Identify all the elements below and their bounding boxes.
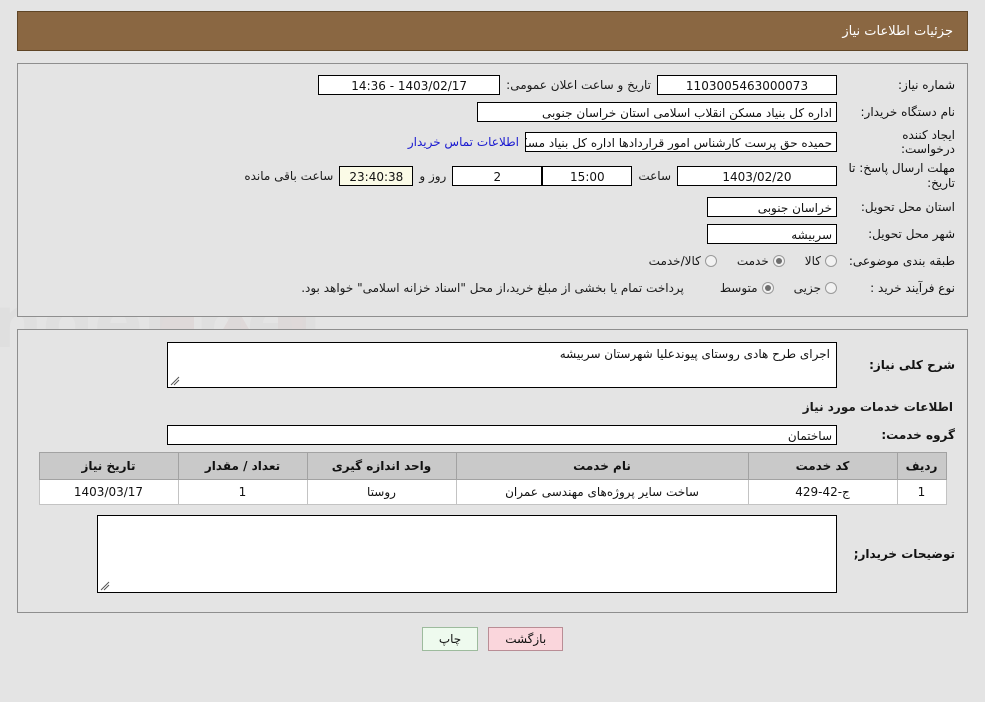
- request-creator-value: حمیده حق پرست کارشناس امور قراردادها ادا…: [525, 132, 837, 152]
- radio-minor-icon[interactable]: [825, 282, 837, 294]
- response-deadline-label: مهلت ارسال پاسخ: تا تاریخ:: [848, 161, 955, 190]
- buyer-org-value: اداره کل بنیاد مسکن انقلاب اسلامی استان …: [477, 102, 837, 122]
- announce-date-label: تاریخ و ساعت اعلان عمومی:: [506, 78, 651, 92]
- buyer-contact-link[interactable]: اطلاعات تماس خریدار: [402, 135, 525, 149]
- radio-option-goods[interactable]: کالا: [789, 254, 837, 268]
- row-need-number: شماره نیاز: 1103005463000073 تاریخ و ساع…: [30, 74, 955, 96]
- buyer-notes-label: توضیحات خریدار;: [853, 547, 955, 561]
- col-qty: تعداد / مقدار: [177, 452, 308, 480]
- service-group-label: گروه خدمت:: [881, 428, 955, 442]
- delivery-city-value: سربیشه: [707, 224, 837, 244]
- buyer-notes-value[interactable]: [97, 515, 837, 593]
- subject-category-radio-group: کالا خدمت کالا/خدمت: [633, 254, 837, 268]
- print-button[interactable]: چاپ: [421, 627, 479, 651]
- row-response-deadline: مهلت ارسال پاسخ: تا تاریخ: 1403/02/20 سا…: [30, 161, 955, 191]
- need-number-value: 1103005463000073: [657, 75, 837, 95]
- col-date: تاریخ نیاز: [38, 452, 179, 480]
- deadline-hour-value: 15:00: [542, 166, 633, 186]
- radio-service-icon[interactable]: [772, 255, 785, 267]
- page-title: جزئیات اطلاعات نیاز: [842, 23, 953, 39]
- col-name: نام خدمت: [455, 452, 749, 480]
- cell-date: 1403/03/17: [38, 479, 179, 505]
- cell-qty: 1: [177, 479, 308, 505]
- days-separator: روز و: [419, 169, 447, 183]
- need-number-label: شماره نیاز:: [898, 78, 955, 92]
- delivery-province-value: خراسان جنوبی: [707, 197, 837, 217]
- radio-option-service[interactable]: خدمت: [721, 254, 785, 268]
- cell-unit: روستا: [306, 479, 457, 505]
- radio-goods-label: کالا: [804, 254, 821, 268]
- row-delivery-province: استان محل تحویل: خراسان جنوبی: [30, 196, 955, 218]
- row-buyer-notes: توضیحات خریدار;: [30, 515, 955, 593]
- deadline-hour-label: ساعت: [638, 169, 671, 183]
- col-code: کد خدمت: [747, 452, 898, 480]
- buyer-org-label: نام دستگاه خریدار:: [860, 105, 956, 119]
- back-button[interactable]: بازگشت: [488, 627, 564, 651]
- row-subject-category: طبقه بندی موضوعی: کالا خدمت کالا/خدمت: [30, 250, 955, 272]
- row-request-creator: ایجاد کننده درخواست: حمیده حق پرست کارشن…: [30, 128, 955, 156]
- purchase-process-note: پرداخت تمام یا بخشی از مبلغ خرید،از محل …: [301, 281, 684, 295]
- radio-goods-service-icon[interactable]: [704, 255, 717, 267]
- purchase-process-label: نوع فرآیند خرید :: [870, 281, 955, 295]
- radio-option-minor[interactable]: جزیی: [778, 281, 837, 295]
- resize-grip-icon[interactable]: [100, 581, 110, 591]
- delivery-city-label: شهر محل تحویل:: [868, 227, 955, 241]
- table-row: 1 ج-42-429 ساخت سایر پروژه‌های مهندسی عم…: [38, 479, 947, 505]
- resize-grip-icon[interactable]: [170, 376, 180, 386]
- radio-option-goods-service[interactable]: کالا/خدمت: [633, 254, 717, 268]
- col-index: ردیف: [896, 452, 947, 480]
- row-delivery-city: شهر محل تحویل: سربیشه: [30, 223, 955, 245]
- need-info-panel: شماره نیاز: 1103005463000073 تاریخ و ساع…: [17, 63, 968, 317]
- request-creator-label: ایجاد کننده درخواست:: [901, 128, 955, 156]
- row-general-description: شرح کلی نیاز: اجرای طرح هادی روستای پیون…: [30, 342, 955, 388]
- table-header-row: ردیف کد خدمت نام خدمت واحد اندازه گیری ت…: [38, 452, 947, 480]
- row-purchase-process: نوع فرآیند خرید : جزیی متوسط پرداخت تمام…: [30, 277, 955, 299]
- cell-name: ساخت سایر پروژه‌های مهندسی عمران: [455, 479, 749, 505]
- announce-date-value: 1403/02/17 - 14:36: [318, 75, 501, 95]
- cell-code: ج-42-429: [747, 479, 898, 505]
- general-description-text: اجرای طرح هادی روستای پیوندعلیا شهرستان …: [559, 347, 830, 361]
- radio-service-label: خدمت: [736, 254, 769, 268]
- remaining-days-value: 2: [452, 166, 543, 186]
- service-details-panel: شرح کلی نیاز: اجرای طرح هادی روستای پیون…: [17, 329, 968, 613]
- deadline-date-value: 1403/02/20: [677, 166, 837, 186]
- page-header: جزئیات اطلاعات نیاز: [17, 11, 968, 51]
- services-table: ردیف کد خدمت نام خدمت واحد اندازه گیری ت…: [38, 452, 947, 505]
- service-group-value: ساختمان: [167, 425, 837, 445]
- radio-goods-icon[interactable]: [825, 255, 837, 267]
- subject-category-label: طبقه بندی موضوعی:: [848, 254, 955, 268]
- services-section-heading: اطلاعات خدمات مورد نیاز: [802, 400, 953, 414]
- radio-option-medium[interactable]: متوسط: [704, 281, 774, 295]
- col-unit: واحد اندازه گیری: [306, 452, 457, 480]
- row-service-group: گروه خدمت: ساختمان: [30, 424, 955, 446]
- general-description-label: شرح کلی نیاز:: [869, 358, 955, 372]
- countdown-timer: 23:40:38: [339, 166, 414, 186]
- radio-medium-icon[interactable]: [761, 282, 774, 294]
- purchase-process-radio-group: جزیی متوسط: [704, 281, 837, 295]
- radio-medium-label: متوسط: [719, 281, 758, 295]
- radio-goods-service-label: کالا/خدمت: [648, 254, 701, 268]
- cell-index: 1: [896, 479, 947, 505]
- general-description-value[interactable]: اجرای طرح هادی روستای پیوندعلیا شهرستان …: [167, 342, 837, 388]
- delivery-province-label: استان محل تحویل:: [860, 200, 955, 214]
- action-button-bar: بازگشت چاپ: [0, 627, 985, 651]
- remaining-text: ساعت باقی مانده: [244, 169, 334, 183]
- radio-minor-label: جزیی: [793, 281, 821, 295]
- row-buyer-org: نام دستگاه خریدار: اداره کل بنیاد مسکن ا…: [30, 101, 955, 123]
